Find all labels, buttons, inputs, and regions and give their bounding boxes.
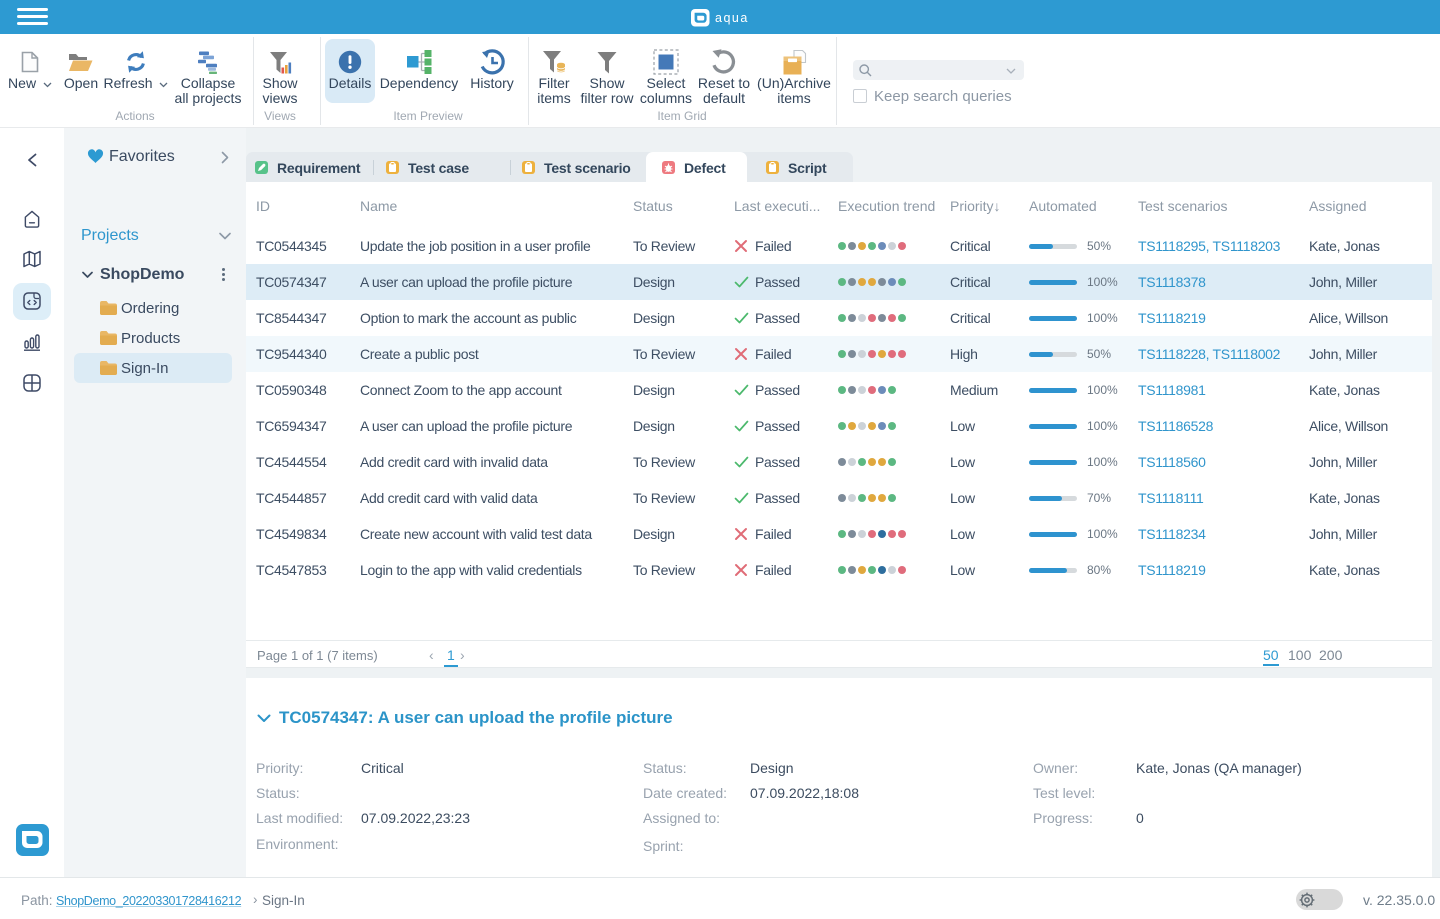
svg-text:aqua: aqua bbox=[715, 11, 749, 25]
